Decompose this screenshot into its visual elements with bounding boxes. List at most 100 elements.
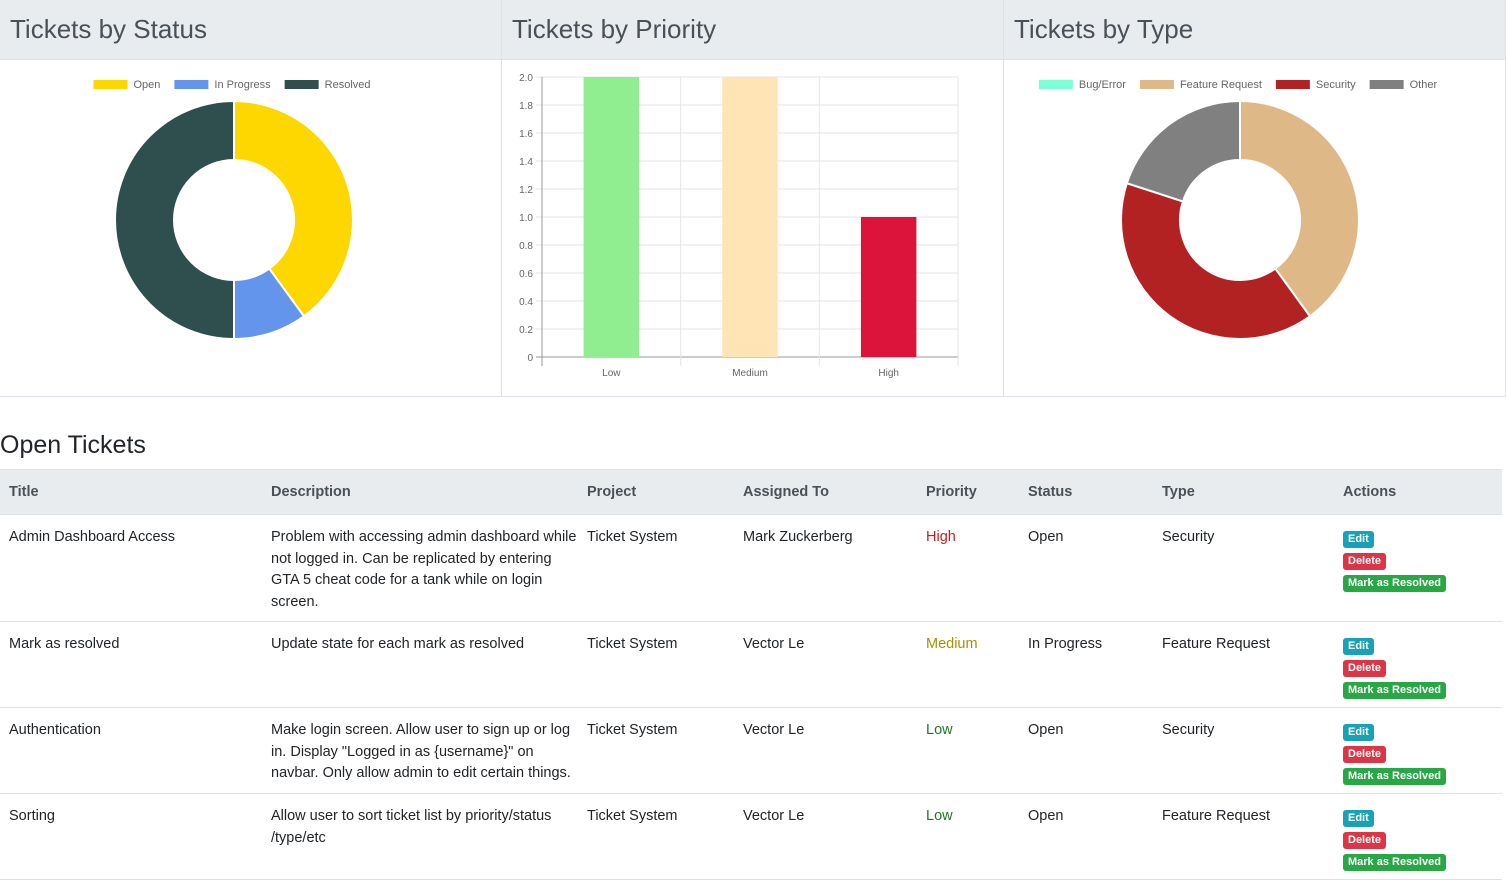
priority-chart-title: Tickets by Priority [512, 14, 717, 44]
y-tick-label: 1.6 [519, 129, 533, 140]
type-doughnut-chart: Bug/Error Feature Request Security Other [1038, 79, 1438, 340]
legend-swatch [174, 80, 209, 89]
status-doughnut-chart: Open In Progress Resolved [93, 79, 371, 341]
legend-item[interactable]: Feature Request [1139, 79, 1262, 91]
legend-label: Bug/Error [1079, 79, 1126, 91]
delete-button[interactable]: Delete [1343, 660, 1387, 677]
edit-button[interactable]: Edit [1343, 810, 1374, 827]
slice-resolved[interactable] [114, 99, 235, 341]
x-tick-label: Medium [732, 368, 768, 379]
x-tick-label: Low [602, 368, 621, 379]
legend-item[interactable]: Open [93, 79, 160, 91]
ticket-project: Ticket System [578, 707, 734, 794]
ticket-description: Problem with accessing admin dashboard w… [262, 514, 578, 622]
bar-medium[interactable] [722, 77, 778, 357]
ticket-title: Mark as resolved [0, 621, 262, 708]
col-header-type[interactable]: Type [1153, 469, 1334, 515]
y-tick-label: 0.6 [519, 269, 533, 280]
ticket-description: Update state for each mark as resolved [262, 621, 578, 708]
type-chart-title: Tickets by Type [1014, 14, 1194, 44]
legend-label: Security [1316, 79, 1356, 91]
ticket-description: Make login screen. Allow user to sign up… [262, 707, 578, 794]
ticket-project: Ticket System [578, 514, 734, 622]
legend-item[interactable]: Bug/Error [1038, 79, 1126, 91]
bar-high[interactable] [860, 217, 917, 357]
ticket-actions: Edit Delete Mark as Resolved [1334, 514, 1502, 622]
col-header-priority[interactable]: Priority [917, 469, 1019, 515]
mark-as-resolved-button[interactable]: Mark as Resolved [1343, 854, 1446, 871]
bar-low[interactable] [583, 77, 640, 357]
ticket-type: Feature Request [1153, 793, 1334, 880]
table-header-row: Title Description Project Assigned To Pr… [0, 469, 1502, 515]
y-tick-label: 0.2 [519, 325, 533, 336]
ticket-title: Sorting [0, 793, 262, 880]
y-tick-label: 2.0 [519, 73, 533, 84]
col-header-description[interactable]: Description [262, 469, 578, 515]
status-chart-card: Tickets by Status Open In Progress Resolve… [0, 0, 502, 396]
delete-button[interactable]: Delete [1343, 553, 1387, 570]
ticket-status: Open [1019, 793, 1153, 880]
y-tick-label: 0.4 [519, 297, 533, 308]
col-header-project[interactable]: Project [578, 469, 734, 515]
legend-item[interactable]: Other [1369, 79, 1438, 91]
y-tick-label: 1.0 [519, 213, 533, 224]
ticket-title: Admin Dashboard Access [0, 514, 262, 622]
status-chart-title: Tickets by Status [10, 14, 207, 44]
legend-item[interactable]: In Progress [174, 79, 271, 91]
type-chart-header: Tickets by Type [1004, 0, 1505, 60]
ticket-actions: Edit Delete Mark as Resolved [1334, 707, 1502, 794]
legend-item[interactable]: Resolved [284, 79, 371, 91]
ticket-type: Security [1153, 514, 1334, 622]
slice-security[interactable] [1120, 181, 1312, 340]
legend-label: Feature Request [1180, 79, 1262, 91]
legend-swatch [93, 80, 128, 89]
edit-button[interactable]: Edit [1343, 638, 1374, 655]
ticket-type: Security [1153, 707, 1334, 794]
priority-bar-chart: 0 0.2 0.4 0.6 0.8 1.0 1.2 1.4 1.6 1.8 2.0 Low Medium… [519, 73, 959, 379]
ticket-status: In Progress [1019, 621, 1153, 708]
status-chart-header: Tickets by Status [0, 0, 501, 60]
col-header-assigned-to[interactable]: Assigned To [734, 469, 917, 515]
slice-other[interactable] [1125, 99, 1241, 203]
table-row: Authentication Make login screen. Allow u… [0, 707, 1502, 794]
mark-as-resolved-button[interactable]: Mark as Resolved [1343, 682, 1446, 699]
delete-button[interactable]: Delete [1343, 832, 1387, 849]
table-row: Mark as resolved Update state for each ma… [0, 621, 1502, 708]
col-header-title[interactable]: Title [0, 469, 262, 515]
legend-swatch [1038, 80, 1073, 89]
y-tick-label: 1.2 [519, 185, 533, 196]
open-tickets-heading: Open Tickets [0, 431, 146, 459]
edit-button[interactable]: Edit [1343, 724, 1374, 741]
legend-label: Open [133, 79, 160, 91]
ticket-priority: Low [917, 707, 1019, 794]
delete-button[interactable]: Delete [1343, 746, 1387, 763]
y-tick-label: 0.8 [519, 241, 533, 252]
legend-swatch [1369, 80, 1404, 89]
ticket-priority: Low [917, 793, 1019, 880]
priority-chart-header: Tickets by Priority [502, 0, 1003, 60]
legend-label: Other [1410, 79, 1438, 91]
legend-swatch [284, 80, 319, 89]
mark-as-resolved-button[interactable]: Mark as Resolved [1343, 768, 1446, 785]
mark-as-resolved-button[interactable]: Mark as Resolved [1343, 575, 1446, 592]
legend-label: In Progress [214, 79, 271, 91]
y-tick-label: 0 [527, 353, 533, 364]
legend-swatch [1139, 80, 1174, 89]
open-tickets-table: Title Description Project Assigned To Pr… [0, 469, 1502, 880]
ticket-project: Ticket System [578, 621, 734, 708]
table-row: Sorting Allow user to sort ticket list by… [0, 793, 1502, 880]
ticket-actions: Edit Delete Mark as Resolved [1334, 621, 1502, 708]
legend-item[interactable]: Security [1275, 79, 1356, 91]
ticket-priority: Medium [917, 621, 1019, 708]
edit-button[interactable]: Edit [1343, 531, 1374, 548]
x-tick-label: High [878, 368, 899, 379]
type-chart-card: Tickets by Type Bug/Error Feature Request… [1004, 0, 1506, 396]
ticket-assigned-to: Vector Le [734, 621, 917, 708]
ticket-actions: Edit Delete Mark as Resolved [1334, 793, 1502, 880]
legend-swatch [1275, 80, 1310, 89]
table-row: Admin Dashboard Access Problem with acces… [0, 514, 1502, 622]
ticket-priority: High [917, 514, 1019, 622]
col-header-status[interactable]: Status [1019, 469, 1153, 515]
ticket-title: Authentication [0, 707, 262, 794]
priority-chart-card: Tickets by Priority 0 0.2 0.4 0.6 0.8 1.0 1.2 1… [502, 0, 1004, 396]
